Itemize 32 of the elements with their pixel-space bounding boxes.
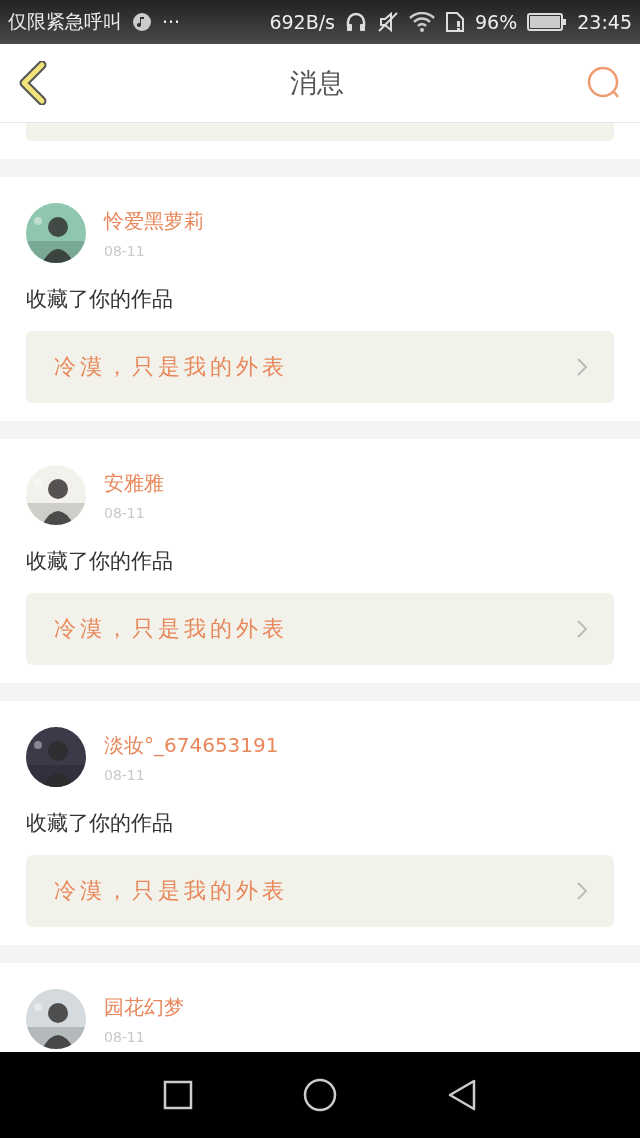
- user-name[interactable]: 怜爱黑萝莉: [104, 207, 204, 235]
- mute-icon: [377, 11, 399, 33]
- headphones-icon: [345, 11, 367, 33]
- message-text: 收藏了你的作品: [26, 810, 174, 837]
- work-title: 冷漠，只是我的外表: [54, 877, 288, 905]
- network-speed: 692B/s: [269, 11, 335, 33]
- battery-percent: 96%: [475, 11, 518, 33]
- chevron-right-icon: [576, 357, 588, 377]
- more-text: ···: [162, 11, 181, 33]
- chevron-right-icon: [576, 619, 588, 639]
- clock-text: 23:45: [577, 11, 632, 33]
- sim-card-icon: [445, 11, 465, 33]
- message-text: 收藏了你的作品: [26, 286, 174, 313]
- back-icon[interactable]: [18, 61, 48, 105]
- user-name[interactable]: 安雅雅: [104, 469, 164, 497]
- work-link[interactable]: 冷漠，只是我的外表: [26, 331, 614, 403]
- work-title: 冷漠，只是我的外表: [54, 615, 288, 643]
- square-icon[interactable]: [163, 1080, 193, 1110]
- chevron-right-icon: [576, 881, 588, 901]
- work-link[interactable]: 冷漠，只是我的外表: [26, 855, 614, 927]
- carrier-text: 仅限紧急呼叫: [8, 9, 122, 34]
- battery-icon: [527, 12, 568, 32]
- work-title: 冷漠，只是我的外表: [54, 353, 288, 381]
- page-title: 消息: [290, 66, 344, 100]
- user-name[interactable]: 淡妆°_674653191: [104, 731, 279, 759]
- music-icon: [132, 12, 152, 32]
- back-triangle-icon[interactable]: [447, 1078, 477, 1112]
- user-name[interactable]: 园花幻梦: [104, 993, 184, 1021]
- wifi-icon: [409, 12, 435, 32]
- message-text: 收藏了你的作品: [26, 548, 174, 575]
- work-link[interactable]: 冷漠，只是我的外表: [26, 593, 614, 665]
- home-icon[interactable]: [303, 1078, 337, 1112]
